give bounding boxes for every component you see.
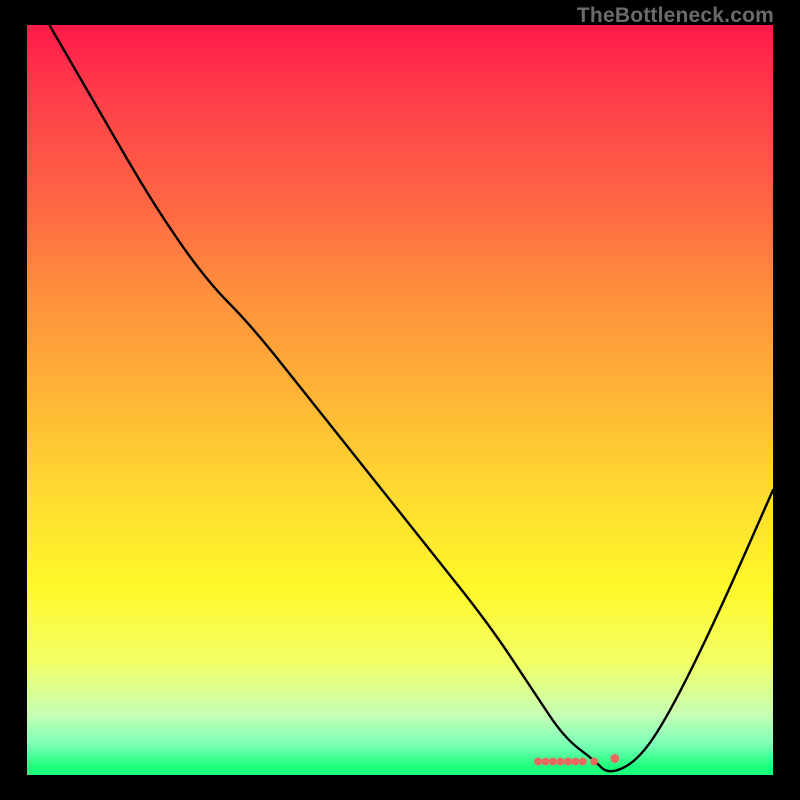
marker-dot (542, 758, 550, 766)
marker-dot (610, 754, 619, 763)
marker-dot (534, 758, 542, 766)
watermark-text: TheBottleneck.com (577, 4, 774, 28)
marker-dot (571, 758, 579, 766)
bottleneck-curve (49, 25, 773, 771)
marker-dot (556, 758, 564, 766)
curve-group (49, 25, 773, 771)
marker-cluster (534, 754, 619, 766)
marker-dot (590, 758, 598, 766)
marker-dot (549, 758, 557, 766)
chart-frame: TheBottleneck.com (0, 0, 800, 800)
marker-dot (579, 758, 587, 766)
marker-dot (564, 758, 572, 766)
chart-svg (27, 25, 773, 775)
